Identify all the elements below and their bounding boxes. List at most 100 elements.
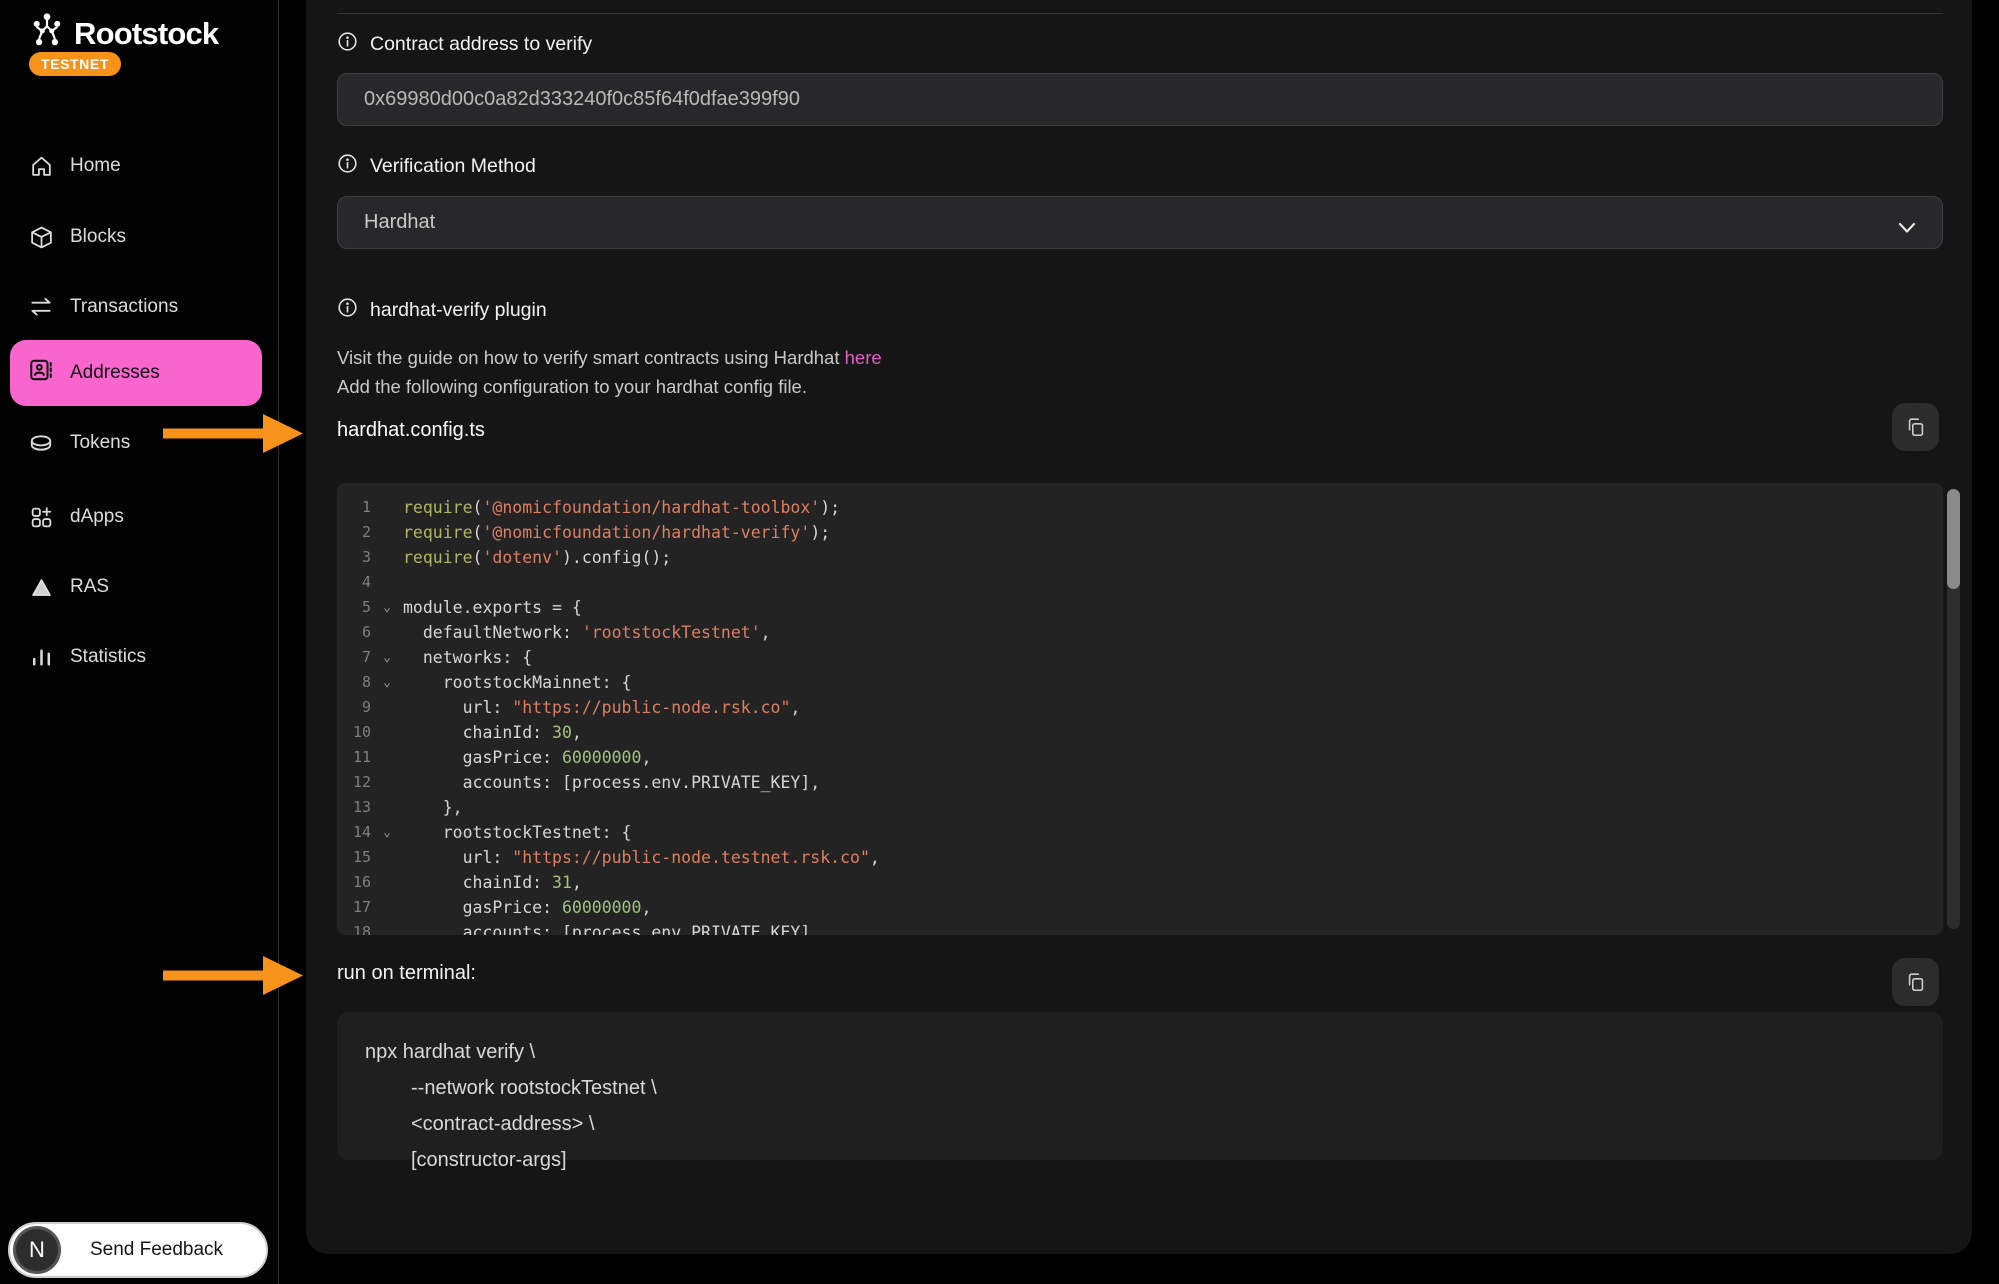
fold-chevron-icon[interactable]: ⌄ xyxy=(371,670,403,695)
line-number: 9 xyxy=(337,695,371,720)
line-number: 16 xyxy=(337,870,371,895)
rootstock-logo[interactable]: Rootstock xyxy=(28,12,218,55)
code-text: chainId: 30, xyxy=(403,720,582,745)
line-number: 8 xyxy=(337,670,371,695)
code-line: 11 gasPrice: 60000000, xyxy=(337,745,1943,770)
home-icon xyxy=(28,154,54,179)
fold-chevron-icon[interactable]: ⌄ xyxy=(371,820,403,845)
terminal-line: [constructor-args] xyxy=(365,1142,1943,1178)
verification-method-label: Verification Method xyxy=(337,153,536,180)
sidebar-item-label: Home xyxy=(70,155,121,177)
code-line: 17 gasPrice: 60000000, xyxy=(337,895,1943,920)
code-text: require('dotenv').config(); xyxy=(403,545,671,570)
code-text: accounts: [process.env.PRIVATE_KEY], xyxy=(403,770,820,795)
line-number: 10 xyxy=(337,720,371,745)
sidebar-item-blocks[interactable]: Blocks xyxy=(28,213,126,261)
code-text: url: "https://public-node.testnet.rsk.co… xyxy=(403,845,880,870)
line-number: 3 xyxy=(337,545,371,570)
sidebar-item-tokens[interactable]: Tokens xyxy=(28,419,130,467)
fold-spacer xyxy=(371,745,403,770)
line-number: 6 xyxy=(337,620,371,645)
statistics-icon xyxy=(28,645,54,670)
code-line: 18 accounts: [process.env.PRIVATE_KEY], xyxy=(337,920,1943,935)
sidebar-item-statistics[interactable]: Statistics xyxy=(28,633,146,681)
sidebar-item-ras[interactable]: RAS xyxy=(28,563,109,611)
fold-spacer xyxy=(371,620,403,645)
ras-icon xyxy=(28,576,54,599)
terminal-line: npx hardhat verify \ xyxy=(365,1034,1943,1070)
sidebar-item-transactions[interactable]: Transactions xyxy=(28,283,178,331)
testnet-badge: TESTNET xyxy=(29,52,121,76)
fold-spacer xyxy=(371,545,403,570)
code-line: 13 }, xyxy=(337,795,1943,820)
info-icon[interactable] xyxy=(337,153,358,180)
feedback-label: Send Feedback xyxy=(61,1239,266,1261)
sidebar-item-label: Blocks xyxy=(70,226,126,248)
copy-config-button[interactable] xyxy=(1892,403,1939,451)
plugin-guide-text: Visit the guide on how to verify smart c… xyxy=(337,344,882,401)
fold-spacer xyxy=(371,795,403,820)
config-filename: hardhat.config.ts xyxy=(337,419,485,442)
code-line: 4 xyxy=(337,570,1943,595)
line-number: 18 xyxy=(337,920,371,935)
annotation-arrow-terminal xyxy=(163,955,304,996)
line-number: 1 xyxy=(337,495,371,520)
code-scrollbar-track[interactable] xyxy=(1947,489,1960,929)
guide-here-link[interactable]: here xyxy=(845,347,882,368)
code-line: 5⌄module.exports = { xyxy=(337,595,1943,620)
sidebar: Rootstock TESTNET Home Blocks Transactio… xyxy=(0,0,279,1284)
fold-spacer xyxy=(371,720,403,745)
code-editor[interactable]: 1 require('@nomicfoundation/hardhat-toolb… xyxy=(337,483,1943,935)
send-feedback-button[interactable]: N Send Feedback xyxy=(8,1222,268,1278)
fold-chevron-icon[interactable]: ⌄ xyxy=(371,595,403,620)
code-line: 3 require('dotenv').config(); xyxy=(337,545,1943,570)
sidebar-item-dapps[interactable]: dApps xyxy=(28,493,124,541)
terminal-command[interactable]: npx hardhat verify \--network rootstockT… xyxy=(337,1012,1943,1160)
sidebar-item-label: Statistics xyxy=(70,646,146,668)
code-line: 12 accounts: [process.env.PRIVATE_KEY], xyxy=(337,770,1943,795)
run-on-terminal-label: run on terminal: xyxy=(337,962,476,985)
sidebar-item-addresses[interactable]: Addresses xyxy=(10,340,262,406)
chevron-down-icon xyxy=(1898,217,1916,240)
addresses-icon xyxy=(28,357,54,389)
fold-spacer xyxy=(371,570,403,595)
info-icon[interactable] xyxy=(337,31,358,58)
fold-chevron-icon[interactable]: ⌄ xyxy=(371,645,403,670)
code-text: gasPrice: 60000000, xyxy=(403,745,651,770)
code-text: chainId: 31, xyxy=(403,870,582,895)
line-number: 13 xyxy=(337,795,371,820)
line-number: 14 xyxy=(337,820,371,845)
code-scrollbar-thumb[interactable] xyxy=(1947,489,1960,589)
verify-contract-panel: Contract address to verify Verification … xyxy=(306,0,1972,1254)
verification-method-select[interactable]: Hardhat xyxy=(337,196,1943,249)
section-divider xyxy=(337,13,1943,14)
sidebar-item-label: RAS xyxy=(70,576,109,598)
fold-spacer xyxy=(371,520,403,545)
code-line: 7⌄ networks: { xyxy=(337,645,1943,670)
terminal-line: <contract-address> \ xyxy=(365,1106,1943,1142)
rootstock-logo-icon xyxy=(28,12,66,55)
copy-terminal-button[interactable] xyxy=(1892,958,1939,1006)
sidebar-item-label: Addresses xyxy=(70,362,160,384)
brand-name: Rootstock xyxy=(74,16,218,52)
line-number: 11 xyxy=(337,745,371,770)
code-line: 2 require('@nomicfoundation/hardhat-verif… xyxy=(337,520,1943,545)
code-text: }, xyxy=(403,795,463,820)
line-number: 5 xyxy=(337,595,371,620)
blocks-icon xyxy=(28,225,54,250)
code-text: require('@nomicfoundation/hardhat-verify… xyxy=(403,520,830,545)
info-icon[interactable] xyxy=(337,297,358,324)
code-text: rootstockTestnet: { xyxy=(403,820,631,845)
code-line: 8⌄ rootstockMainnet: { xyxy=(337,670,1943,695)
sidebar-item-label: Tokens xyxy=(70,432,130,454)
sidebar-item-label: dApps xyxy=(70,506,124,528)
line-number: 4 xyxy=(337,570,371,595)
line-number: 2 xyxy=(337,520,371,545)
code-line: 14⌄ rootstockTestnet: { xyxy=(337,820,1943,845)
code-text: require('@nomicfoundation/hardhat-toolbo… xyxy=(403,495,840,520)
fold-spacer xyxy=(371,845,403,870)
code-line: 16 chainId: 31, xyxy=(337,870,1943,895)
contract-address-input[interactable] xyxy=(337,73,1943,126)
fold-spacer xyxy=(371,695,403,720)
sidebar-item-home[interactable]: Home xyxy=(28,142,121,190)
